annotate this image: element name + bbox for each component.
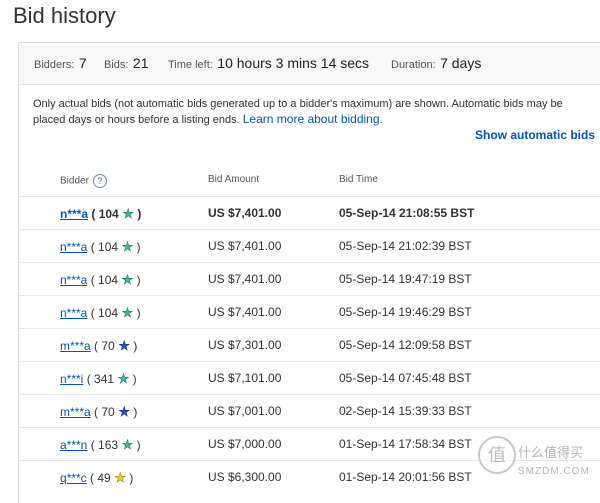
bidder-name-link[interactable]: n***a: [60, 207, 88, 221]
table-row: n***a ( 104 ★ ) US $7,401.00 05-Sep-14 21:…: [19, 196, 600, 229]
help-icon[interactable]: ?: [92, 174, 107, 188]
table-row: m***a ( 70 ★ ) US $7,301.00 05-Sep-14 12:0…: [19, 328, 600, 361]
feedback-score-link[interactable]: 104: [98, 273, 118, 287]
bid-amount: US $7,301.00: [208, 338, 282, 352]
bidder-name-link[interactable]: q***c: [60, 471, 87, 485]
feedback-close: ): [133, 306, 141, 320]
feedback-score-link[interactable]: 104: [98, 306, 118, 320]
bid-amount: US $7,101.00: [208, 371, 282, 385]
column-header-bid-amount: Bid Amount: [208, 174, 260, 185]
smzdm-logo-icon: 值: [478, 436, 516, 474]
feedback-score-link[interactable]: 341: [94, 372, 114, 386]
feedback-score-link[interactable]: 70: [101, 339, 114, 353]
feedback-star-icon: ★: [118, 305, 134, 321]
time-left: Time left: 10 hours 3 mins 14 secs: [168, 55, 370, 71]
bid-amount: US $7,001.00: [208, 404, 282, 418]
bid-time: 05-Sep-14 07:45:48 BST: [339, 371, 472, 385]
table-row: n***a ( 104 ★ ) US $7,401.00 05-Sep-14 19:…: [19, 262, 600, 295]
bidder-cell: m***a ( 70 ★ ): [60, 404, 137, 420]
bidder-name-link[interactable]: n***a: [60, 306, 87, 320]
learn-more-link[interactable]: Learn more about bidding.: [243, 112, 383, 126]
bidder-cell: n***a ( 104 ★ ): [60, 272, 141, 288]
feedback-close: ): [130, 339, 138, 353]
feedback-close: ): [134, 207, 142, 221]
bidder-cell: n***a ( 104 ★ ): [60, 206, 141, 222]
bidder-cell: n***i ( 341 ★ ): [60, 371, 137, 387]
bid-amount: US $7,401.00: [208, 206, 282, 220]
bidder-name-link[interactable]: n***a: [60, 273, 87, 287]
feedback-score-link[interactable]: 49: [97, 471, 110, 485]
feedback-open: (: [87, 273, 99, 287]
feedback-close: ): [126, 471, 134, 485]
feedback-star-icon: ★: [118, 239, 134, 255]
bidders-count: Bidders: 7: [34, 55, 87, 71]
bid-time: 01-Sep-14 17:58:34 BST: [339, 437, 472, 451]
feedback-close: ): [130, 405, 138, 419]
watermark-en: SMZDM.COM: [518, 466, 590, 477]
bidder-name-link[interactable]: m***a: [60, 339, 91, 353]
bids-note: Only actual bids (not automatic bids gen…: [33, 97, 573, 128]
auction-summary: Bidders: 7 Bids: 21 Time left: 10 hours …: [19, 43, 600, 85]
bid-amount: US $6,300.00: [208, 470, 282, 484]
feedback-open: (: [90, 339, 102, 353]
feedback-close: ): [133, 273, 141, 287]
bidder-name-link[interactable]: m***a: [60, 405, 91, 419]
feedback-close: ): [133, 438, 141, 452]
show-automatic-bids-link[interactable]: Show automatic bids: [475, 128, 595, 142]
bidder-name-link[interactable]: a***n: [60, 438, 87, 452]
bid-amount: US $7,000.00: [208, 437, 282, 451]
feedback-star-icon: ★: [110, 470, 126, 486]
feedback-star-icon: ★: [114, 371, 130, 387]
table-row: n***a ( 104 ★ ) US $7,401.00 05-Sep-14 19:…: [19, 295, 600, 328]
feedback-score-link[interactable]: 70: [101, 405, 114, 419]
bid-amount: US $7,401.00: [208, 239, 282, 253]
watermark: 值 什么值得买 SMZDM.COM: [476, 436, 600, 486]
feedback-open: (: [83, 372, 95, 386]
bidder-cell: a***n ( 163 ★ ): [60, 437, 141, 453]
bidder-name-link[interactable]: n***i: [60, 372, 83, 386]
bidder-name-link[interactable]: n***a: [60, 240, 87, 254]
bids-count: Bids: 21: [104, 55, 149, 71]
feedback-open: (: [87, 438, 99, 452]
bid-amount: US $7,401.00: [208, 305, 282, 319]
table-row: n***a ( 104 ★ ) US $7,401.00 05-Sep-14 21:…: [19, 229, 600, 262]
page-title: Bid history: [13, 3, 116, 28]
bidder-cell: n***a ( 104 ★ ): [60, 305, 141, 321]
feedback-star-icon: ★: [118, 206, 134, 222]
bid-time: 02-Sep-14 15:39:33 BST: [339, 404, 472, 418]
feedback-star-icon: ★: [114, 338, 130, 354]
feedback-star-icon: ★: [114, 404, 130, 420]
table-row: n***i ( 341 ★ ) US $7,101.00 05-Sep-14 07:…: [19, 361, 600, 394]
bidder-cell: n***a ( 104 ★ ): [60, 239, 141, 255]
bid-history-panel: Bidders: 7 Bids: 21 Time left: 10 hours …: [18, 42, 600, 503]
feedback-open: (: [86, 471, 98, 485]
feedback-open: (: [87, 240, 99, 254]
bid-amount: US $7,401.00: [208, 272, 282, 286]
watermark-cn: 什么值得买: [518, 446, 584, 461]
bidder-cell: q***c ( 49 ★ ): [60, 470, 133, 486]
feedback-close: ): [133, 240, 141, 254]
bid-time: 01-Sep-14 20:01:56 BST: [339, 470, 472, 484]
column-header-bid-time: Bid Time: [339, 174, 378, 185]
bidder-cell: m***a ( 70 ★ ): [60, 338, 137, 354]
feedback-score-link[interactable]: 104: [99, 207, 119, 221]
bid-time: 05-Sep-14 12:09:58 BST: [339, 338, 472, 352]
table-row: m***a ( 70 ★ ) US $7,001.00 02-Sep-14 15:3…: [19, 394, 600, 427]
bid-time: 05-Sep-14 21:02:39 BST: [339, 239, 472, 253]
feedback-score-link[interactable]: 104: [98, 240, 118, 254]
feedback-open: (: [88, 207, 99, 221]
column-header-bidder: Bidder?: [60, 174, 107, 188]
feedback-open: (: [87, 306, 99, 320]
feedback-open: (: [90, 405, 102, 419]
feedback-score-link[interactable]: 163: [98, 438, 118, 452]
bid-time: 05-Sep-14 19:46:29 BST: [339, 305, 472, 319]
duration: Duration: 7 days: [391, 55, 482, 71]
feedback-star-icon: ★: [118, 437, 134, 453]
feedback-star-icon: ★: [118, 272, 134, 288]
bid-time: 05-Sep-14 21:08:55 BST: [339, 206, 475, 220]
feedback-close: ): [129, 372, 137, 386]
bid-time: 05-Sep-14 19:47:19 BST: [339, 272, 472, 286]
